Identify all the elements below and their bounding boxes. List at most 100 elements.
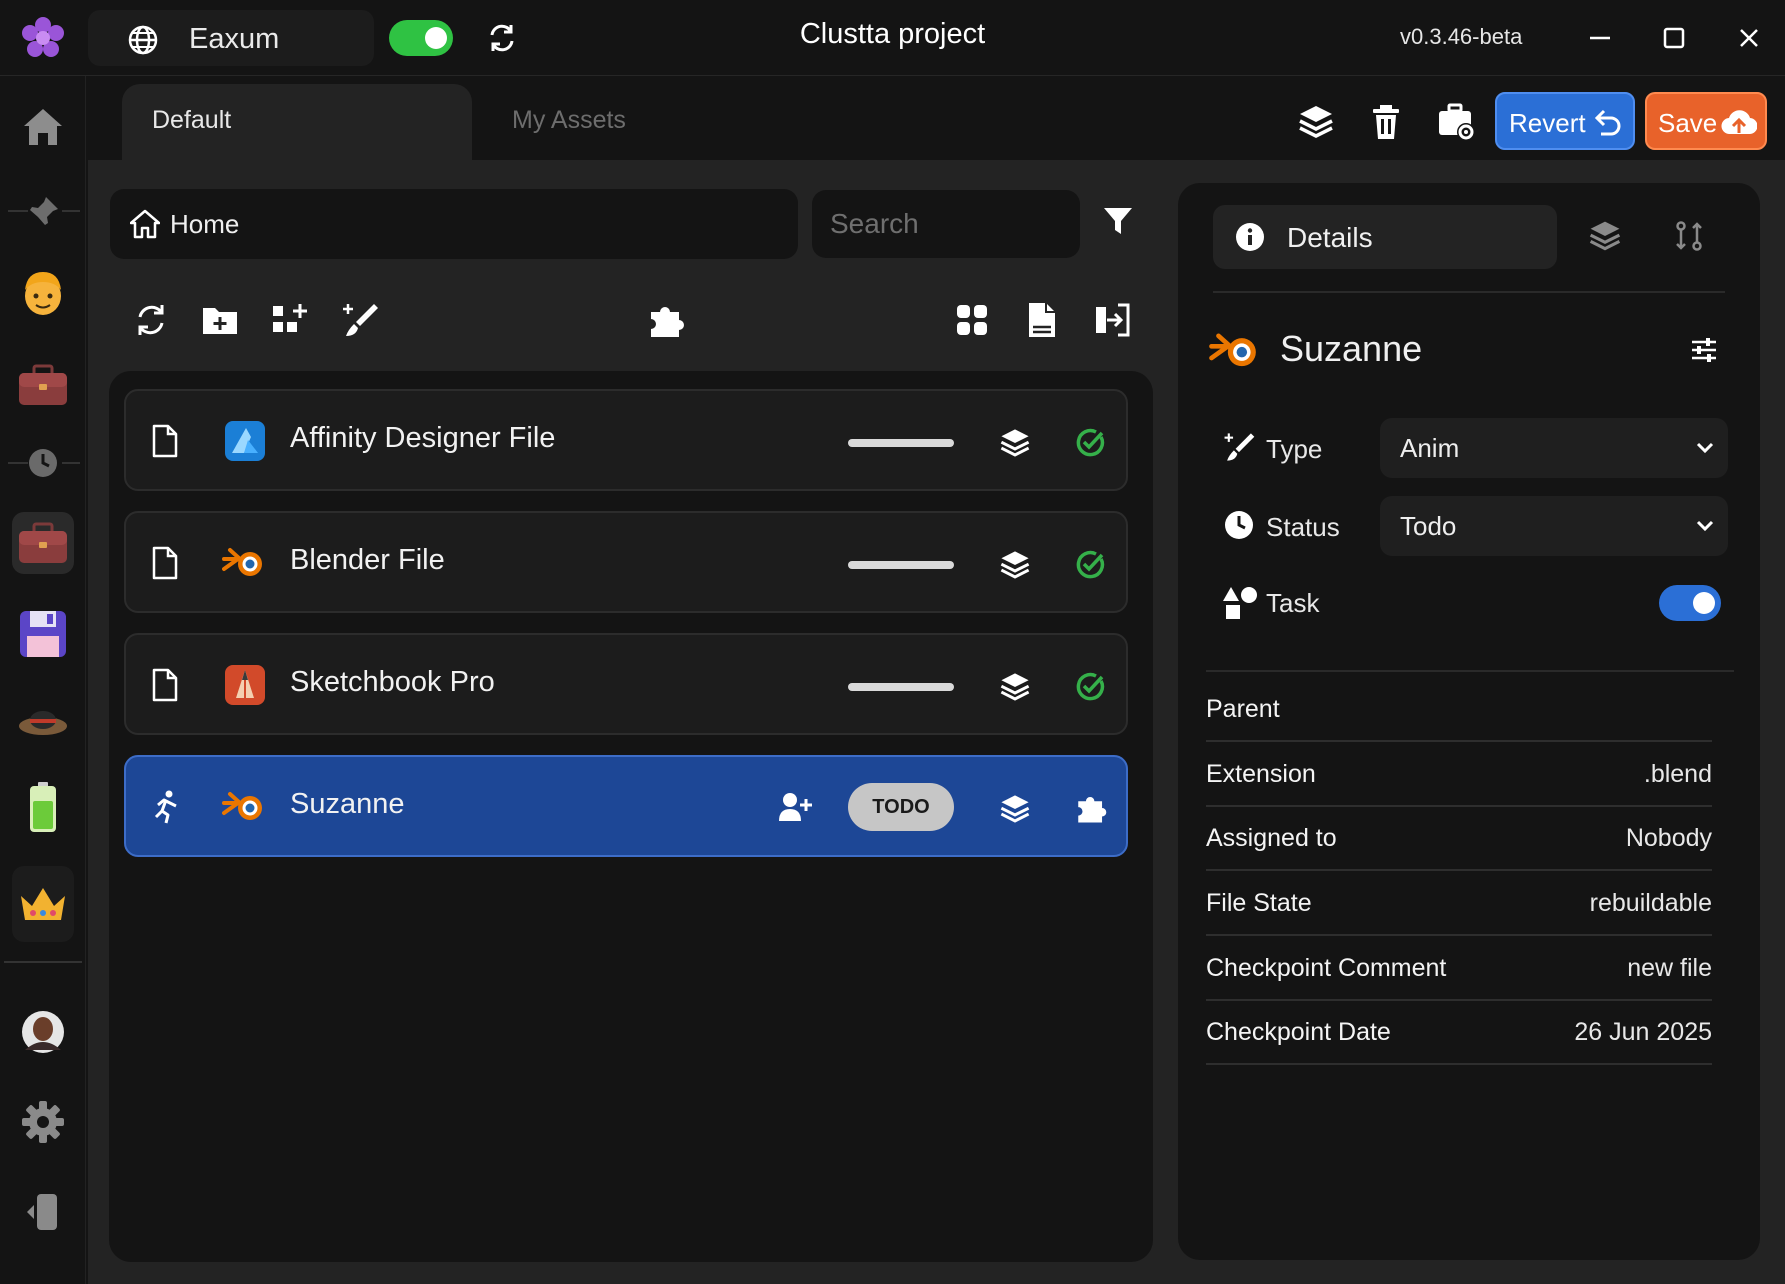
layers-icon[interactable] <box>998 670 1032 704</box>
running-figure-icon <box>152 789 182 825</box>
assign-user-icon[interactable] <box>778 791 812 823</box>
save-label: Save <box>1658 108 1718 138</box>
version-label: v0.3.46-beta <box>1400 24 1523 49</box>
briefcase-settings-icon[interactable] <box>1436 102 1476 142</box>
user-avatar-icon[interactable] <box>12 1001 74 1063</box>
type-label: Type <box>1266 434 1323 464</box>
brush-sparkle-icon <box>1222 430 1256 464</box>
face-avatar-icon[interactable] <box>12 262 74 324</box>
item-name: Affinity Designer File <box>290 422 556 454</box>
property-key: File State <box>1206 889 1312 917</box>
progress-bar <box>848 439 954 447</box>
title-bar: Eaxum Clustta project v0.3.46-beta <box>0 0 1785 76</box>
progress-bar <box>848 561 954 569</box>
list-item[interactable]: Blender File <box>124 511 1128 613</box>
type-select[interactable]: Anim <box>1380 418 1728 478</box>
file-icon <box>152 668 178 702</box>
blender-icon <box>1208 330 1264 372</box>
property-row: File State rebuildable <box>1206 871 1712 936</box>
status-select[interactable]: Todo <box>1380 496 1728 556</box>
clock-icon[interactable] <box>12 432 74 494</box>
layers-icon[interactable] <box>1296 102 1336 142</box>
layers-icon[interactable] <box>998 548 1032 582</box>
property-value: new file <box>1627 954 1712 982</box>
cloud-upload-icon <box>1721 106 1757 138</box>
property-key: Assigned to <box>1206 824 1337 852</box>
status-label: Status <box>1266 512 1340 542</box>
tab-label: My Assets <box>512 106 626 134</box>
details-tab-label: Details <box>1287 222 1373 253</box>
divider <box>8 210 28 212</box>
filter-icon[interactable] <box>1103 206 1133 236</box>
battery-icon[interactable] <box>12 776 74 838</box>
property-row: Checkpoint Date 26 Jun 2025 <box>1206 1000 1712 1065</box>
add-folder-icon[interactable] <box>200 300 240 340</box>
property-key: Parent <box>1206 695 1280 723</box>
check-circle-icon <box>1076 549 1106 579</box>
layers-icon[interactable] <box>998 792 1032 826</box>
status-value: Todo <box>1400 511 1457 541</box>
tab-my-assets[interactable]: My Assets <box>480 84 780 160</box>
status-badge[interactable]: TODO <box>848 783 954 831</box>
property-value: Nobody <box>1625 824 1712 852</box>
list-item[interactable]: Affinity Designer File <box>124 389 1128 491</box>
home-icon <box>130 209 160 239</box>
briefcase-icon[interactable] <box>12 354 74 416</box>
app-logo-icon[interactable] <box>20 16 66 60</box>
check-circle-icon <box>1076 427 1106 457</box>
online-toggle[interactable] <box>389 20 453 56</box>
crown-icon[interactable] <box>12 866 74 942</box>
pin-icon[interactable] <box>12 181 74 243</box>
briefcase-active-icon[interactable] <box>12 512 74 574</box>
hat-icon[interactable] <box>12 688 74 750</box>
divider <box>1213 291 1725 293</box>
property-row: Assigned to Nobody <box>1206 806 1712 871</box>
globe-icon <box>128 25 158 55</box>
project-title: Clustta project <box>799 18 986 50</box>
divider <box>62 210 80 212</box>
divider <box>4 961 82 963</box>
workspace-name: Eaxum <box>189 23 280 55</box>
home-icon[interactable] <box>12 96 74 158</box>
add-task-icon[interactable] <box>270 300 310 340</box>
sidebar <box>0 76 86 1284</box>
breadcrumb-home[interactable]: Home <box>170 209 239 240</box>
layers-tab-icon[interactable] <box>1587 218 1623 254</box>
maximize-icon[interactable] <box>1656 20 1692 56</box>
list-item[interactable]: Sketchbook Pro <box>124 633 1128 735</box>
settings-gear-icon[interactable] <box>12 1091 74 1153</box>
property-value: 26 Jun 2025 <box>1574 1018 1712 1046</box>
refresh-icon[interactable] <box>131 300 171 340</box>
blender-icon <box>222 789 268 825</box>
revert-button[interactable]: Revert <box>1495 92 1635 150</box>
tab-details[interactable]: Details <box>1213 205 1557 269</box>
brush-sparkle-icon[interactable] <box>340 300 380 340</box>
grid-view-icon[interactable] <box>952 300 992 340</box>
property-row: Parent <box>1206 677 1712 742</box>
property-row: Extension .blend <box>1206 742 1712 807</box>
sync-icon[interactable] <box>486 22 518 54</box>
chevron-down-icon <box>1696 442 1714 454</box>
close-icon[interactable] <box>1731 20 1767 56</box>
list-item-selected[interactable]: Suzanne TODO <box>124 755 1128 857</box>
property-value: .blend <box>1643 760 1712 788</box>
puzzle-icon[interactable] <box>1074 791 1108 825</box>
clock-icon <box>1224 510 1254 540</box>
minimize-icon[interactable] <box>1582 20 1618 56</box>
import-icon[interactable] <box>1092 300 1132 340</box>
breadcrumb[interactable]: Home <box>110 189 798 259</box>
layers-icon[interactable] <box>998 426 1032 460</box>
puzzle-icon[interactable] <box>646 300 686 340</box>
compare-icon[interactable] <box>1673 220 1705 252</box>
save-button[interactable]: Save <box>1645 92 1767 150</box>
search-input[interactable] <box>812 190 1080 258</box>
trash-icon[interactable] <box>1366 102 1406 142</box>
workspace-selector[interactable]: Eaxum <box>88 10 416 66</box>
document-icon[interactable] <box>1022 300 1062 340</box>
collapse-sidebar-icon[interactable] <box>12 1181 74 1243</box>
item-name: Suzanne <box>290 788 405 820</box>
sliders-icon[interactable] <box>1689 335 1719 365</box>
tab-default[interactable]: Default <box>122 84 472 160</box>
floppy-disk-icon[interactable] <box>12 603 74 665</box>
task-toggle[interactable] <box>1659 585 1721 621</box>
